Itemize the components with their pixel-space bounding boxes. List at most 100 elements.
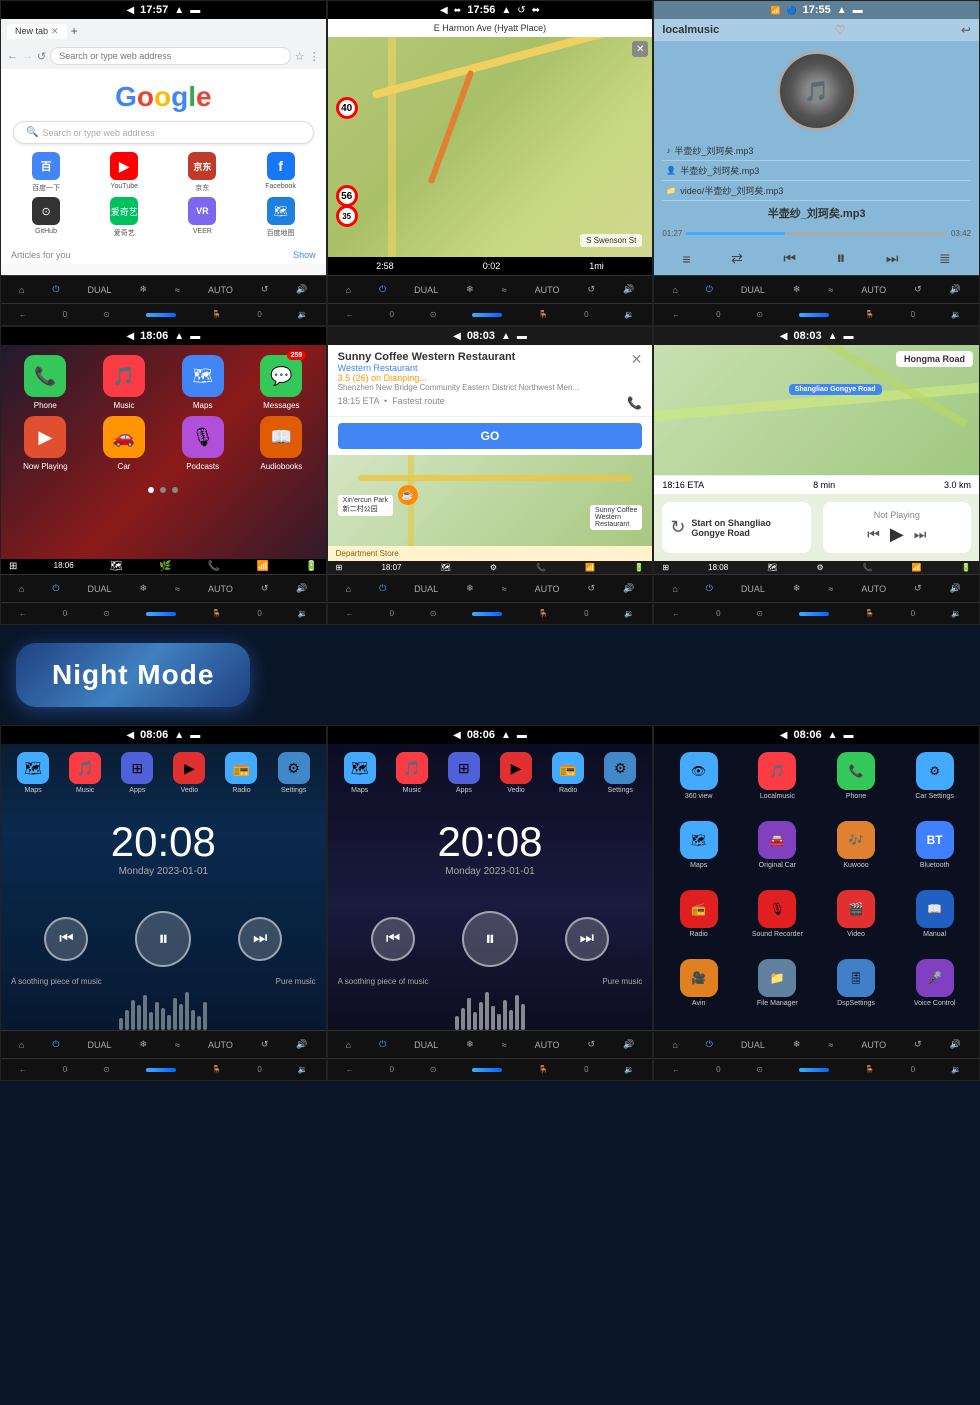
music-heart-icon[interactable]: ♡ [835, 23, 846, 37]
home-btn[interactable]: ⌂ [672, 1040, 677, 1050]
nav2-back-icon[interactable]: ◀ [780, 331, 788, 342]
back-btn2[interactable]: ← [19, 609, 27, 618]
add-tab-icon[interactable]: + [71, 24, 78, 38]
music-menu-icon[interactable]: ▬ [853, 5, 863, 16]
vol-btn[interactable]: 🔊 [623, 284, 634, 295]
power-btn[interactable]: ⏻ [52, 583, 59, 594]
vol-down-btn[interactable]: 🔉 [298, 310, 308, 319]
night3-menu-icon[interactable]: ▬ [844, 730, 854, 741]
home-btn[interactable]: ⌂ [346, 584, 351, 594]
show-label[interactable]: Show [293, 250, 316, 260]
menu-icon[interactable]: ▬ [190, 5, 200, 16]
snow-btn[interactable]: ❄ [140, 583, 148, 594]
poi-back-icon[interactable]: ◀ [453, 331, 461, 342]
temp-slider[interactable] [472, 612, 502, 616]
vol-btn[interactable]: 🔊 [296, 583, 307, 594]
carplay-audiobooks[interactable]: 📖 Audiobooks [245, 416, 318, 471]
night2-menu-icon[interactable]: ▬ [517, 730, 527, 741]
home-btn[interactable]: ⌂ [19, 285, 24, 295]
temp-slider[interactable] [146, 313, 176, 317]
url-input[interactable] [50, 47, 291, 65]
night3-radio[interactable]: 📻 Radio [662, 890, 735, 953]
seat-btn[interactable]: 🪑 [212, 609, 222, 618]
fan-btn[interactable]: ≈ [175, 584, 180, 594]
nav1-nav-icon[interactable]: ⬌ [454, 5, 462, 16]
night1-apps[interactable]: ⊞ Apps [121, 752, 153, 794]
power-btn[interactable]: ⏻ [706, 583, 713, 594]
night2-radio[interactable]: 📻 Radio [552, 752, 584, 794]
night3-bluetooth[interactable]: BT Bluetooth [898, 821, 971, 884]
night2-next-btn[interactable]: ⏭ [565, 917, 609, 961]
shuffle-icon[interactable]: ⇄ [731, 250, 743, 267]
night3-phone[interactable]: 📞 Phone [820, 752, 893, 815]
curve-btn[interactable]: ↺ [914, 284, 922, 295]
carplay-back-icon[interactable]: ◀ [126, 331, 134, 342]
shortcut-baidumap[interactable]: 🗺 百度地图 [243, 197, 317, 238]
temp-slider[interactable] [799, 1068, 829, 1072]
steer-btn[interactable]: ⊙ [103, 609, 110, 618]
grid-icon[interactable]: ⊞ [662, 563, 669, 572]
music-item-2[interactable]: 👤 半壶纱_刘珂矣.mp3 [662, 161, 971, 181]
auto-btn[interactable]: AUTO [208, 285, 233, 295]
power-btn[interactable]: ⏻ [52, 1039, 59, 1050]
progress-track[interactable] [686, 232, 947, 235]
shortcut-youtube[interactable]: ▶ YouTube [87, 152, 161, 193]
steer-btn[interactable]: ⊙ [103, 310, 110, 319]
back-btn2[interactable]: ← [19, 310, 27, 319]
shortcut-iqiyi[interactable]: 爱奇艺 爱奇艺 [87, 197, 161, 238]
fan-btn[interactable]: ≈ [175, 285, 180, 295]
vol-btn[interactable]: 🔊 [950, 284, 961, 295]
vol-btn[interactable]: 🔊 [296, 284, 307, 295]
poi-phone-icon[interactable]: 📞 [627, 396, 642, 410]
seat-btn[interactable]: 🪑 [212, 310, 222, 319]
night3-filemanager[interactable]: 📁 File Manager [741, 959, 814, 1022]
carplay-phone[interactable]: 📞 Phone [9, 355, 82, 410]
equalizer-icon[interactable]: ≣ [939, 250, 951, 267]
back-btn2[interactable]: ← [672, 310, 680, 319]
power-btn[interactable]: ⏻ [706, 284, 713, 295]
shortcut-github[interactable]: ⊙ GitHub [9, 197, 83, 238]
seat-btn[interactable]: 🪑 [865, 310, 875, 319]
close-map-btn[interactable]: ✕ [632, 41, 648, 57]
night2-pause-btn[interactable]: ⏸ [462, 911, 518, 967]
vol-down-btn[interactable]: 🔉 [624, 310, 634, 319]
night1-prev-btn[interactable]: ⏮ [44, 917, 88, 961]
home-btn[interactable]: ⌂ [346, 1040, 351, 1050]
more-icon[interactable]: ⋮ [309, 50, 320, 63]
dual-btn[interactable]: DUAL [741, 285, 765, 295]
carplay-grid-icon[interactable]: ⊞ [9, 561, 17, 572]
forward-icon[interactable]: → [22, 50, 33, 62]
music-up-icon[interactable]: ▲ [837, 5, 847, 16]
home-btn[interactable]: ⌂ [672, 584, 677, 594]
pause-icon[interactable]: ⏸ [836, 248, 845, 269]
temp-slider[interactable] [472, 313, 502, 317]
next-btn[interactable]: ⏭ [914, 526, 927, 543]
night3-localmusic[interactable]: 🎵 Localmusic [741, 752, 814, 815]
night2-apps[interactable]: ⊞ Apps [448, 752, 480, 794]
night3-soundrecorder[interactable]: 🎙 Sound Recorder [741, 890, 814, 953]
night2-music[interactable]: 🎵 Music [396, 752, 428, 794]
app-icon[interactable]: ⚙ [490, 563, 497, 572]
map-icon[interactable]: 🗺 [441, 563, 451, 572]
auto-btn[interactable]: AUTO [208, 584, 233, 594]
nav1-back2-icon[interactable]: ⬌ [532, 5, 540, 16]
snow-btn[interactable]: ❄ [793, 284, 801, 295]
night3-avin[interactable]: 🎥 Avin [662, 959, 735, 1022]
carplay-podcasts[interactable]: 🎙 Podcasts [166, 416, 239, 471]
home-btn[interactable]: ⌂ [19, 584, 24, 594]
night1-next-btn[interactable]: ⏭ [238, 917, 282, 961]
power-btn[interactable]: ⏻ [706, 1039, 713, 1050]
snow-btn[interactable]: ❄ [466, 284, 474, 295]
temp-slider[interactable] [472, 1068, 502, 1072]
night3-carsettings[interactable]: ⚙ Car Settings [898, 752, 971, 815]
dual-btn[interactable]: DUAL [88, 285, 112, 295]
poi-menu-icon[interactable]: ▬ [517, 331, 527, 342]
night3-video[interactable]: 🎬 Video [820, 890, 893, 953]
vol-down-btn[interactable]: 🔉 [951, 310, 961, 319]
nav1-menu-icon[interactable]: ↺ [517, 5, 525, 16]
nav2-menu-icon[interactable]: ▬ [844, 331, 854, 342]
night1-menu-icon[interactable]: ▬ [190, 730, 200, 741]
nav1-back-icon[interactable]: ◀ [440, 5, 448, 16]
fan-btn[interactable]: ≈ [502, 285, 507, 295]
night1-vedio[interactable]: ▶ Vedio [173, 752, 205, 794]
